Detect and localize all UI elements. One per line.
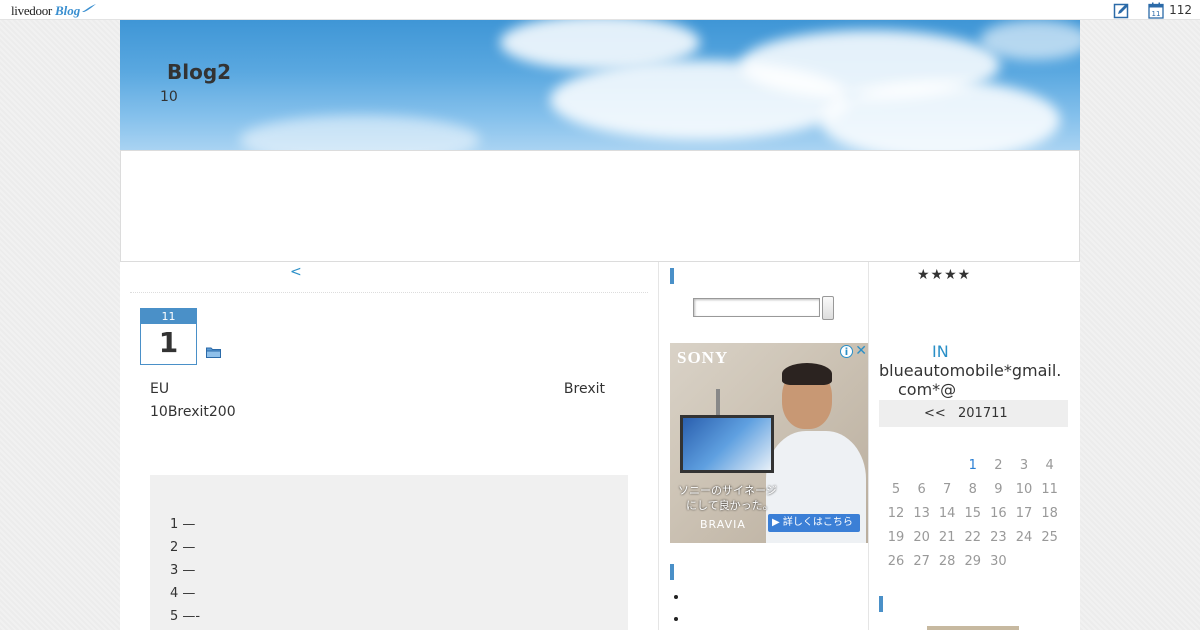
sidebar-right: ★★★★ IN blueautomobile*gmail. com*@ << 2… — [868, 262, 1080, 630]
calendar-day: 27 — [913, 554, 930, 569]
article-date: 11 1 — [140, 308, 197, 365]
calendar-prev-link[interactable]: << — [924, 400, 946, 427]
contact-email: blueautomobile*gmail. — [879, 361, 1062, 380]
toc-item[interactable]: 1 — — [170, 517, 195, 532]
calendar-day: 29 — [964, 554, 982, 569]
livedoor-blog-logo[interactable]: livedoor Blog — [11, 1, 97, 19]
logo-livedoor-text: livedoor — [11, 3, 52, 18]
category-folder-icon[interactable] — [206, 343, 221, 362]
calendar-day: 5 — [891, 482, 901, 497]
calendar-day: 19 — [887, 530, 905, 545]
header-cloud — [980, 20, 1080, 60]
calendar-day[interactable]: 1 — [960, 458, 986, 473]
toc-item[interactable]: 2 — — [170, 540, 195, 555]
calendar-month: 201711 — [958, 406, 1008, 421]
rating-stars: ★★★★ — [917, 267, 972, 283]
ad-copy: にして良かった。 — [686, 499, 774, 512]
header-banner-area — [120, 150, 1080, 262]
calendar-day: 17 — [1015, 506, 1033, 521]
calendar-day: 21 — [938, 530, 956, 545]
edit-icon[interactable] — [1113, 2, 1130, 19]
contact-email: com*@ — [898, 380, 957, 399]
main-column: < 11 1 EU Brexit 10Brexit200 1 — 2 — 3 —… — [120, 262, 658, 630]
section-marker — [670, 268, 674, 284]
ad-cta-button[interactable]: ▶ 詳しくはこちら — [768, 514, 860, 532]
calendar-day: 3 — [1019, 458, 1029, 473]
list-item-bullet — [674, 617, 678, 621]
ad-tv-screen — [680, 415, 774, 473]
calendar-day: 28 — [938, 554, 956, 569]
toc-item[interactable]: 5 —- — [170, 609, 200, 624]
article-text: EU — [150, 381, 170, 397]
calendar-day: 20 — [913, 530, 930, 545]
calendar-day: 4 — [1045, 458, 1054, 473]
calendar-day: 24 — [1015, 530, 1033, 545]
ad-close-icon[interactable]: ✕ — [855, 343, 867, 359]
header-cloud — [820, 80, 1060, 150]
top-bar: livedoor Blog 11 112 — [0, 0, 1200, 20]
logo-blog-text: Blog — [54, 3, 81, 18]
calendar-day: 22 — [964, 530, 982, 545]
article-text: 10Brexit200 — [150, 404, 236, 420]
calendar-day: 18 — [1041, 506, 1058, 521]
ad-info-icon[interactable]: i — [840, 345, 853, 358]
divider — [130, 292, 648, 293]
calendar-day: 12 — [887, 506, 905, 521]
calendar-header: << 201711 — [879, 400, 1068, 427]
calendar-day: 14 — [938, 506, 956, 521]
sidebar-middle: SONY i ✕ ソニーのサイネージ にして良かった。 BRAVIA ▶ 詳しく… — [658, 262, 869, 630]
article-text-line: EU Brexit — [150, 381, 605, 397]
prev-article-link[interactable]: < — [290, 264, 302, 280]
header-cloud — [240, 115, 480, 150]
calendar-day: 13 — [913, 506, 930, 521]
calendar-day: 2 — [994, 458, 1003, 473]
calendar-day: 15 — [964, 506, 982, 521]
calendar-icon-day: 11 — [1152, 10, 1161, 18]
calendar-day: 16 — [990, 506, 1007, 521]
blog-header: Blog2 10 — [120, 20, 1080, 150]
calendar-day: 7 — [943, 482, 952, 497]
calendar-day: 10 — [1015, 482, 1033, 497]
ad-brand: SONY — [677, 348, 729, 367]
table-of-contents: 1 — 2 — 3 — 4 — 5 —- — [150, 475, 628, 630]
ad-product-name: BRAVIA — [700, 518, 746, 531]
search-input[interactable] — [693, 298, 820, 317]
list-item-bullet — [674, 595, 678, 599]
swoosh-icon — [81, 0, 97, 17]
contact-label[interactable]: IN — [932, 342, 949, 361]
blog-title[interactable]: Blog2 — [167, 60, 231, 84]
section-marker — [879, 596, 883, 612]
calendar-day: 9 — [994, 482, 1003, 497]
article-date-month: 11 — [141, 309, 196, 324]
toc-item[interactable]: 4 — — [170, 586, 195, 601]
calendar-day: 23 — [990, 530, 1007, 545]
calendar-day: 30 — [990, 554, 1007, 569]
article-text: Brexit — [563, 381, 605, 397]
notification-count[interactable]: 112 — [1169, 3, 1192, 17]
calendar-day: 11 — [1041, 482, 1058, 497]
search-button[interactable] — [822, 296, 834, 320]
sidebar-image — [927, 626, 1019, 630]
toc-item[interactable]: 3 — — [170, 563, 195, 578]
article-date-day: 1 — [158, 326, 179, 359]
calendar-icon[interactable]: 11 — [1148, 2, 1164, 19]
ad-person-hair — [782, 363, 832, 385]
section-marker — [670, 564, 674, 580]
calendar-day: 8 — [968, 482, 977, 497]
ad-copy: ソニーのサイネージ — [678, 484, 777, 497]
calendar-day: 26 — [887, 554, 905, 569]
calendar-day: 6 — [917, 482, 926, 497]
blog-page: Blog2 10 < 11 1 EU Brexit 10Brexit200 1 … — [120, 20, 1080, 630]
blog-subtitle: 10 — [160, 89, 178, 105]
top-bar-tools: 11 112 — [1095, 1, 1192, 19]
calendar-day: 25 — [1041, 530, 1058, 545]
sony-ad[interactable]: SONY i ✕ ソニーのサイネージ にして良かった。 BRAVIA ▶ 詳しく… — [670, 343, 869, 543]
